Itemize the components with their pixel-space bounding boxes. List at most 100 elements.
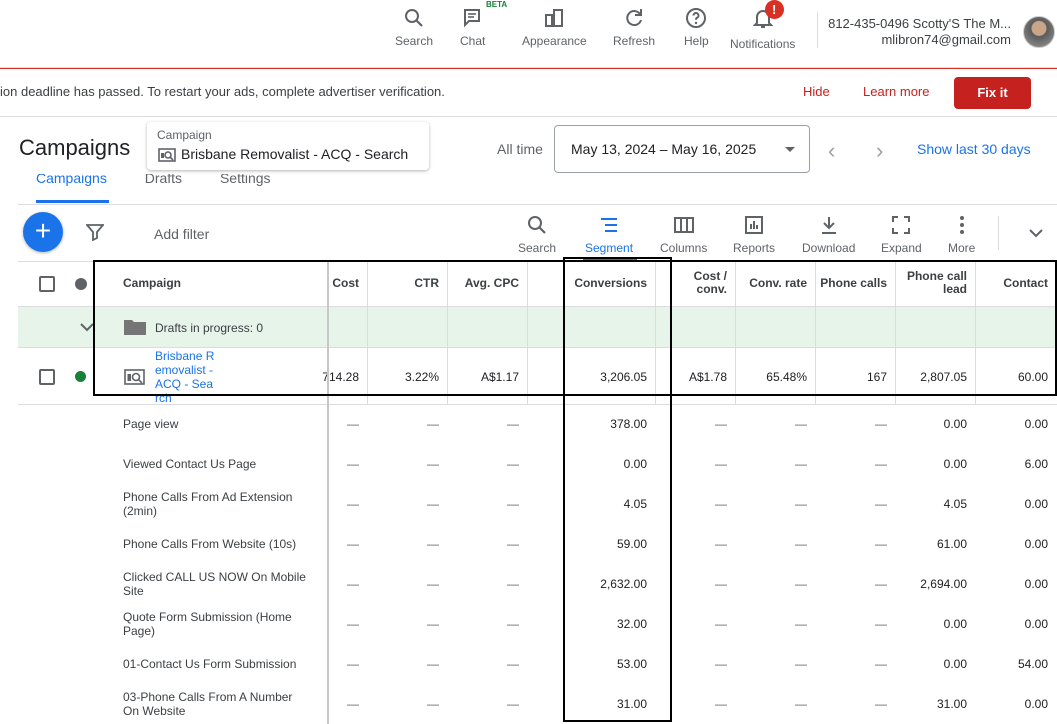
topbar-help-button[interactable]: Help <box>684 6 709 48</box>
chevron-down-icon[interactable] <box>1027 224 1045 242</box>
cell-contact: 6.00 <box>1024 457 1048 471</box>
empty-cell: — <box>347 617 359 631</box>
cell-contact: 60.00 <box>1017 370 1048 384</box>
empty-cell: — <box>427 617 439 631</box>
empty-cell: — <box>795 697 807 711</box>
topbar-refresh-button[interactable]: Refresh <box>613 6 655 48</box>
header-cost[interactable]: Cost <box>310 277 359 290</box>
download-icon <box>821 217 836 234</box>
empty-cell: — <box>875 697 887 711</box>
prev-period-icon[interactable]: ‹ <box>828 138 835 164</box>
toolbar-search-label: Search <box>518 241 557 255</box>
empty-cell: — <box>427 577 439 591</box>
show-last-30-days-button[interactable]: Show last 30 days <box>917 141 1031 157</box>
fix-it-button[interactable]: Fix it <box>954 77 1031 109</box>
empty-cell: — <box>875 457 887 471</box>
tab-drafts[interactable]: Drafts <box>145 174 182 185</box>
cell-cost-per-conv: A$1.78 <box>688 370 727 384</box>
segment-row-name: Viewed Contact Us Page <box>123 457 257 471</box>
column-separator <box>327 261 329 724</box>
toolbar-download-label: Download <box>802 241 856 255</box>
empty-cell: — <box>507 697 519 711</box>
header-avg-cpc[interactable]: Avg. CPC <box>450 277 519 290</box>
header-conv-rate[interactable]: Conv. rate <box>738 277 807 290</box>
enabled-status-icon[interactable] <box>75 371 86 382</box>
filter-icon[interactable] <box>86 223 104 241</box>
toolbar-reports-button[interactable]: Reports <box>733 214 775 255</box>
toolbar-expand-label: Expand <box>881 241 922 255</box>
empty-cell: — <box>795 457 807 471</box>
empty-cell: — <box>715 497 727 511</box>
empty-cell: — <box>795 417 807 431</box>
header-phone-call-lead[interactable]: Phone call lead <box>898 270 967 296</box>
select-all-checkbox[interactable] <box>39 276 55 292</box>
empty-cell: — <box>507 577 519 591</box>
hide-button[interactable]: Hide <box>803 84 830 99</box>
topbar-chat-button[interactable]: BETA Chat <box>460 0 507 48</box>
empty-cell: — <box>347 697 359 711</box>
empty-cell: — <box>795 657 807 671</box>
toolbar-search-button[interactable]: Search <box>518 214 556 255</box>
header-ctr[interactable]: CTR <box>370 277 439 290</box>
tab-settings[interactable]: Settings <box>220 174 271 185</box>
segment-row-name: Clicked CALL US NOW On Mobile Site <box>123 570 306 598</box>
topbar-appearance-button[interactable]: Appearance <box>522 6 587 48</box>
header-cost-per-conv[interactable]: Cost / conv. <box>670 270 727 296</box>
header-campaign[interactable]: Campaign <box>123 277 181 290</box>
cell-contact: 0.00 <box>1024 537 1048 551</box>
empty-cell: — <box>427 497 439 511</box>
toolbar-download-button[interactable]: Download <box>802 214 855 255</box>
empty-cell: — <box>795 537 807 551</box>
row-checkbox[interactable] <box>39 369 55 385</box>
all-time-label: All time <box>497 141 543 157</box>
account-name: 812-435-0496 Scotty'S The M... <box>828 16 1011 31</box>
active-tab-indicator <box>36 200 109 203</box>
empty-cell: — <box>715 457 727 471</box>
empty-cell: — <box>715 417 727 431</box>
search-campaign-icon <box>124 369 145 385</box>
empty-cell: — <box>507 657 519 671</box>
account-email: mlibron74@gmail.com <box>881 32 1011 47</box>
add-button[interactable]: + <box>23 212 63 252</box>
cell-contact: 0.00 <box>1024 577 1048 591</box>
empty-cell: — <box>507 497 519 511</box>
learn-more-button[interactable]: Learn more <box>863 84 929 99</box>
cell-conversions: 3,206.05 <box>600 370 647 384</box>
toolbar-more-button[interactable]: More <box>948 214 975 255</box>
toolbar-expand-button[interactable]: Expand <box>881 214 922 255</box>
cell-phone-call-lead: 2,694.00 <box>920 577 967 591</box>
toolbar-more-label: More <box>948 241 976 255</box>
campaign-name-link[interactable]: Brisbane Removalist - ACQ - Search <box>155 349 215 404</box>
cell-phone-call-lead: 0.00 <box>943 617 967 631</box>
top-bar: Search BETA Chat Appearance Refresh Help… <box>0 0 1057 68</box>
empty-cell: — <box>427 537 439 551</box>
header-phone-calls[interactable]: Phone calls <box>818 277 887 290</box>
column-separator <box>975 261 976 405</box>
beta-badge: BETA <box>486 0 508 9</box>
header-conversions[interactable]: Conversions <box>530 277 647 290</box>
toolbar-segment-button[interactable]: Segment <box>585 214 633 255</box>
topbar-notifications-button[interactable]: ! Notifications <box>730 0 795 51</box>
folder-icon <box>124 320 146 335</box>
toolbar-columns-button[interactable]: Columns <box>660 214 707 255</box>
add-filter-input[interactable]: Add filter <box>154 226 209 242</box>
cell-contact: 54.00 <box>1017 657 1048 671</box>
tab-campaigns[interactable]: Campaigns <box>36 174 107 185</box>
header-contact[interactable]: Contact <box>978 277 1048 290</box>
topbar-search-button[interactable]: Search <box>395 6 433 48</box>
campaign-picker[interactable]: Campaign Brisbane Removalist - ACQ - Sea… <box>147 122 429 170</box>
topbar-search-label: Search <box>395 34 434 48</box>
account-info[interactable]: 812-435-0496 Scotty'S The M... mlibron74… <box>828 16 1011 48</box>
avatar[interactable] <box>1023 16 1055 48</box>
date-range-picker[interactable]: May 13, 2024 – May 16, 2025 <box>554 125 810 173</box>
empty-cell: — <box>875 537 887 551</box>
toolbar-segment-label: Segment <box>585 241 634 255</box>
cell-phone-call-lead: 0.00 <box>943 417 967 431</box>
next-period-icon[interactable]: › <box>876 138 883 164</box>
cell-conversions: 378.00 <box>610 417 647 431</box>
segment-row-name: Phone Calls From Ad Extension (2min) <box>123 490 293 518</box>
cell-contact: 0.00 <box>1024 697 1048 711</box>
chevron-down-icon[interactable] <box>79 321 95 333</box>
topbar-divider <box>817 12 818 48</box>
cell-phone-call-lead: 4.05 <box>943 497 967 511</box>
